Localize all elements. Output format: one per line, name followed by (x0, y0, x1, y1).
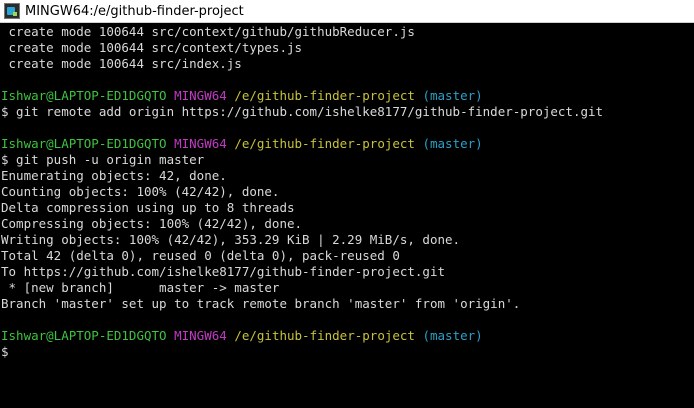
mingw-terminal-icon (4, 3, 20, 19)
prompt-path: /e/github-finder-project (234, 136, 415, 151)
output-line: Total 42 (delta 0), reused 0 (delta 0), … (1, 248, 400, 263)
prompt-user: Ishwar@LAPTOP-ED1DGQTO (1, 136, 167, 151)
output-line: create mode 100644 src/context/github/gi… (1, 24, 415, 39)
output-line: Writing objects: 100% (42/42), 353.29 Ki… (1, 232, 461, 247)
terminal-output[interactable]: create mode 100644 src/context/github/gi… (0, 23, 694, 408)
command-line: $ git remote add origin https://github.c… (1, 104, 604, 119)
prompt-branch: (master) (422, 328, 483, 343)
prompt-header: Ishwar@LAPTOP-ED1DGQTO MINGW64 /e/github… (1, 136, 694, 152)
output-line: Delta compression using up to 8 threads (1, 200, 295, 215)
prompt-header: Ishwar@LAPTOP-ED1DGQTO MINGW64 /e/github… (1, 328, 694, 344)
prompt-system: MINGW64 (174, 328, 227, 343)
output-line: * [new branch] master -> master (1, 280, 280, 295)
window-title: MINGW64:/e/github-finder-project (25, 3, 244, 19)
output-line: Branch 'master' set up to track remote b… (1, 296, 521, 311)
prompt-branch: (master) (422, 88, 483, 103)
prompt-system: MINGW64 (174, 88, 227, 103)
prompt-branch: (master) (422, 136, 483, 151)
output-line: create mode 100644 src/index.js (1, 56, 242, 71)
output-line: create mode 100644 src/context/types.js (1, 40, 303, 55)
prompt-path: /e/github-finder-project (234, 88, 415, 103)
title-bar[interactable]: MINGW64:/e/github-finder-project (0, 0, 694, 23)
command-line: $ git push -u origin master (1, 152, 205, 167)
output-line: Compressing objects: 100% (42/42), done. (1, 216, 303, 231)
prompt-path: /e/github-finder-project (234, 328, 415, 343)
prompt-system: MINGW64 (174, 136, 227, 151)
output-line: Counting objects: 100% (42/42), done. (1, 184, 280, 199)
output-line: Enumerating objects: 42, done. (1, 168, 227, 183)
input-prompt[interactable]: $ (1, 344, 694, 360)
prompt-header: Ishwar@LAPTOP-ED1DGQTO MINGW64 /e/github… (1, 88, 694, 104)
output-line: To https://github.com/ishelke8177/github… (1, 264, 446, 279)
prompt-user: Ishwar@LAPTOP-ED1DGQTO (1, 328, 167, 343)
terminal-window: MINGW64:/e/github-finder-project create … (0, 0, 694, 408)
prompt-user: Ishwar@LAPTOP-ED1DGQTO (1, 88, 167, 103)
